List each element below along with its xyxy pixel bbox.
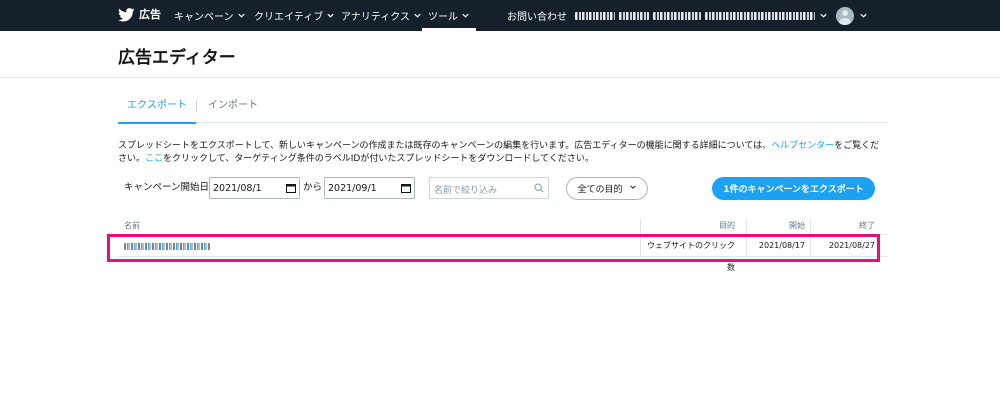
chevron-down-icon: [819, 11, 828, 20]
chevron-down-icon: [413, 11, 422, 20]
calendar-icon[interactable]: [401, 183, 411, 193]
start-date-value: 2021/08/1: [213, 182, 262, 194]
nav-tools-label: ツール: [428, 12, 458, 23]
objective-cell: ウェブサイトのクリック数: [640, 235, 740, 272]
column-header-objective[interactable]: 目的: [640, 218, 740, 234]
start-date-cell: 2021/08/17: [746, 235, 810, 257]
download-labels-link[interactable]: ここ: [145, 154, 163, 164]
nav-creatives[interactable]: クリエイティブ: [254, 0, 335, 31]
top-nav: 広告 キャンペーン クリエイティブ アナリティクス ツール お問い合わせ: [0, 0, 1000, 31]
objective-select[interactable]: 全ての目的: [566, 177, 648, 200]
end-date-cell: 2021/08/27: [810, 235, 880, 257]
nav-campaigns[interactable]: キャンペーン: [174, 0, 246, 31]
account-switcher[interactable]: [575, 0, 828, 31]
from-label: から: [303, 182, 323, 193]
export-button[interactable]: 1件のキャンペーンをエクスポート: [712, 177, 875, 200]
nav-creatives-label: クリエイティブ: [254, 12, 324, 23]
nav-campaigns-label: キャンペーン: [174, 12, 234, 23]
end-date-input[interactable]: 2021/09/1: [324, 177, 415, 199]
column-header-name[interactable]: 名前: [124, 218, 140, 234]
description-text: スプレッドシートをエクスポートして、新しいキャンペーンの作成または既存のキャンペ…: [118, 141, 772, 151]
start-date-label: キャンペーン開始日: [124, 182, 210, 193]
campaign-table: 名前 目的 開始 終了 ウェブサイトのクリック数 2021/08/17 2021…: [118, 218, 888, 272]
chevron-down-icon: [629, 183, 637, 194]
start-date-input[interactable]: 2021/08/1: [209, 177, 300, 199]
help-center-link[interactable]: ヘルプセンター: [771, 141, 834, 151]
description: スプレッドシートをエクスポートして、新しいキャンペーンの作成または既存のキャンペ…: [118, 140, 888, 166]
user-menu[interactable]: [836, 0, 868, 31]
table-header: 名前 目的 開始 終了: [118, 218, 888, 235]
nav-analytics-label: アナリティクス: [341, 12, 410, 23]
column-header-start[interactable]: 開始: [746, 218, 810, 234]
nav-tools[interactable]: ツール: [422, 0, 476, 31]
table-row[interactable]: ウェブサイトのクリック数 2021/08/17 2021/08/27: [118, 235, 888, 272]
campaign-name-cell: [124, 235, 210, 257]
brand[interactable]: 広告: [118, 7, 161, 23]
brand-label: 広告: [139, 8, 161, 21]
redacted-account-name: [705, 11, 815, 20]
nav-analytics[interactable]: アナリティクス: [341, 0, 422, 31]
redacted-account-name: [575, 11, 615, 20]
tab-import[interactable]: インポート: [208, 95, 258, 123]
twitter-bird-icon: [118, 8, 135, 22]
divider: [0, 77, 1000, 78]
name-filter-input[interactable]: [430, 181, 530, 201]
redacted-account-name: [653, 11, 701, 20]
chevron-down-icon: [326, 11, 335, 20]
nav-contact[interactable]: お問い合わせ: [507, 0, 567, 31]
description-text: をクリックして、ターゲティング条件のラベルIDが付いたスプレッドシートをダウンロ…: [163, 154, 594, 164]
objective-select-label: 全ての目的: [577, 185, 623, 195]
column-header-end[interactable]: 終了: [810, 218, 880, 234]
avatar: [836, 6, 854, 25]
chevron-down-icon: [237, 11, 246, 20]
redacted-account-name: [619, 11, 649, 20]
name-filter: [429, 177, 549, 201]
end-date-value: 2021/09/1: [328, 182, 377, 194]
filter-bar: キャンペーン開始日 2021/08/1 から 2021/09/1 全ての目的 1…: [118, 177, 888, 201]
page-title: 広告エディター: [118, 48, 236, 68]
redacted-campaign-name: [124, 242, 210, 250]
chevron-down-icon: [461, 11, 470, 20]
chevron-down-icon: [859, 11, 868, 20]
calendar-icon[interactable]: [286, 183, 296, 193]
tab-separator: [196, 100, 197, 112]
tab-bar: エクスポート インポート: [118, 95, 888, 124]
tab-export[interactable]: エクスポート: [118, 95, 196, 124]
